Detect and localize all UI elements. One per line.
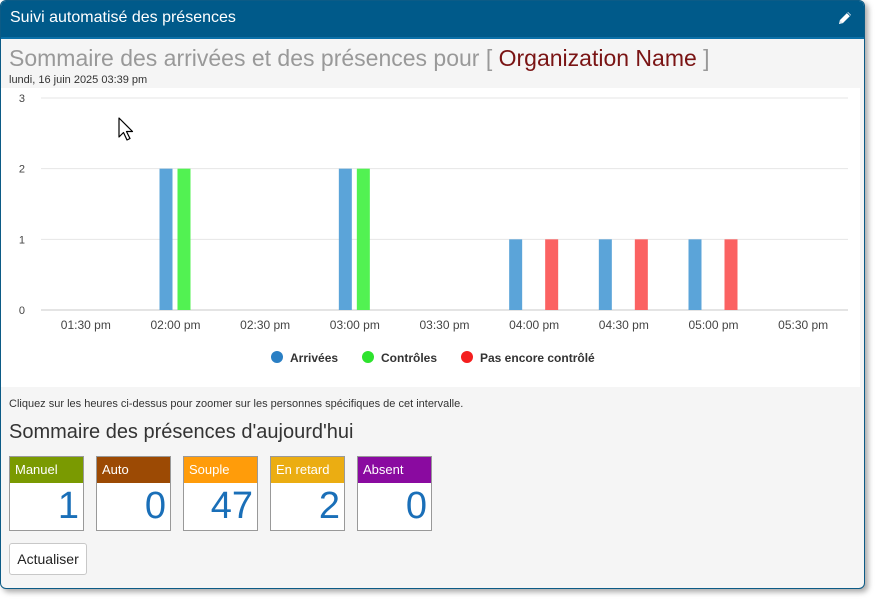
legend-swatch <box>461 351 473 363</box>
report-datestamp: lundi, 16 juin 2025 03:39 pm <box>9 74 148 86</box>
x-tick-label[interactable]: 02:00 pm <box>150 318 200 332</box>
tile-label: Souple <box>184 457 257 483</box>
tile-value: 47 <box>210 485 253 527</box>
x-tick-label[interactable]: 01:30 pm <box>61 318 111 332</box>
organization-name: Organization Name <box>498 45 697 71</box>
x-tick-label[interactable]: 03:00 pm <box>330 318 380 332</box>
x-tick-label[interactable]: 03:30 pm <box>419 318 469 332</box>
summary-tile-auto[interactable]: Auto 0 <box>96 456 171 531</box>
y-tick-label: 1 <box>19 234 25 246</box>
tile-value: 0 <box>405 485 427 527</box>
bar-contr-les[interactable] <box>356 168 370 310</box>
bar-contr-les[interactable] <box>177 168 191 310</box>
summary-title: Sommaire des présences d'aujourd'hui <box>9 421 354 443</box>
heading-suffix: ] <box>696 45 710 71</box>
legend-label[interactable]: Pas encore contrôlé <box>480 351 595 365</box>
bar-arriv-es[interactable] <box>509 239 523 310</box>
summary-tile-manuel[interactable]: Manuel 1 <box>9 456 84 531</box>
tile-label: En retard <box>271 457 344 483</box>
refresh-button[interactable]: Actualiser <box>9 543 87 575</box>
x-tick-label[interactable]: 04:30 pm <box>599 318 649 332</box>
tile-value: 0 <box>144 485 166 527</box>
x-tick-label[interactable]: 05:00 pm <box>688 318 738 332</box>
legend-swatch <box>362 351 374 363</box>
summary-tile-absent[interactable]: Absent 0 <box>357 456 432 531</box>
tile-label: Auto <box>97 457 170 483</box>
bar-pas-encore-contr-l-[interactable] <box>634 239 648 310</box>
legend-label[interactable]: Contrôles <box>381 351 437 365</box>
page-heading: Sommaire des arrivées et des présences p… <box>9 45 710 72</box>
zoom-hint: Cliquez sur les heures ci-dessus pour zo… <box>9 398 464 410</box>
bar-pas-encore-contr-l-[interactable] <box>545 239 559 310</box>
y-tick-label: 3 <box>19 93 25 105</box>
legend-label[interactable]: Arrivées <box>290 351 338 365</box>
x-tick-label[interactable]: 04:00 pm <box>509 318 559 332</box>
x-tick-label[interactable]: 05:30 pm <box>778 318 828 332</box>
bar-arriv-es[interactable] <box>598 239 612 310</box>
pencil-icon[interactable] <box>836 9 854 27</box>
tile-value: 1 <box>57 485 79 527</box>
y-tick-label: 2 <box>19 164 25 176</box>
attendance-window: Suivi automatisé des présences Sommaire … <box>0 0 865 589</box>
heading-prefix: Sommaire des arrivées et des présences p… <box>9 45 499 71</box>
summary-tile-en-retard[interactable]: En retard 2 <box>270 456 345 531</box>
mouse-pointer-icon <box>118 117 134 141</box>
legend-swatch <box>271 351 283 363</box>
tile-label: Absent <box>358 457 431 483</box>
tile-label: Manuel <box>10 457 83 483</box>
summary-tile-souple[interactable]: Souple 47 <box>183 456 258 531</box>
title-bar: Suivi automatisé des présences <box>1 1 864 39</box>
bar-arriv-es[interactable] <box>338 168 352 310</box>
window-title: Suivi automatisé des présences <box>10 9 236 26</box>
tile-value: 2 <box>318 485 340 527</box>
bar-pas-encore-contr-l-[interactable] <box>724 239 738 310</box>
x-tick-label[interactable]: 02:30 pm <box>240 318 290 332</box>
bar-arriv-es[interactable] <box>159 168 173 310</box>
y-tick-label: 0 <box>19 305 25 317</box>
bar-arriv-es[interactable] <box>688 239 702 310</box>
